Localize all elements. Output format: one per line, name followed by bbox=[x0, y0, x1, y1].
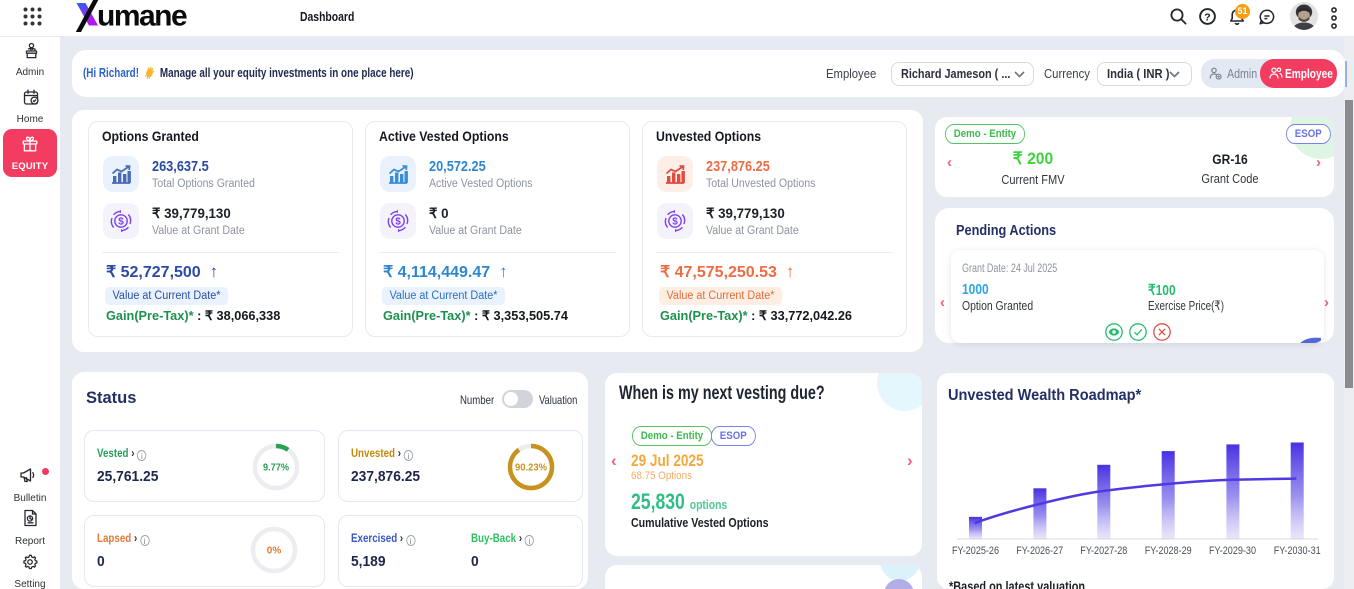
svg-text:90.23%: 90.23% bbox=[515, 463, 547, 474]
svg-text:FY-2029-30: FY-2029-30 bbox=[1209, 545, 1256, 557]
svg-text:umane: umane bbox=[97, 0, 187, 33]
svg-text:$: $ bbox=[395, 217, 401, 228]
svg-text:FY-2025-26: FY-2025-26 bbox=[952, 545, 999, 557]
svg-text:FY-2026-27: FY-2026-27 bbox=[1016, 545, 1063, 557]
svg-text:FY-2028-29: FY-2028-29 bbox=[1145, 545, 1192, 557]
svg-text:FY-2030-31: FY-2030-31 bbox=[1274, 545, 1321, 557]
svg-text:$: $ bbox=[672, 217, 678, 228]
svg-text:?: ? bbox=[1204, 11, 1210, 23]
svg-text:FY-2027-28: FY-2027-28 bbox=[1080, 545, 1127, 557]
svg-text:9.77%: 9.77% bbox=[263, 463, 289, 474]
svg-text:0%: 0% bbox=[267, 546, 282, 557]
svg-text:$: $ bbox=[118, 217, 124, 228]
